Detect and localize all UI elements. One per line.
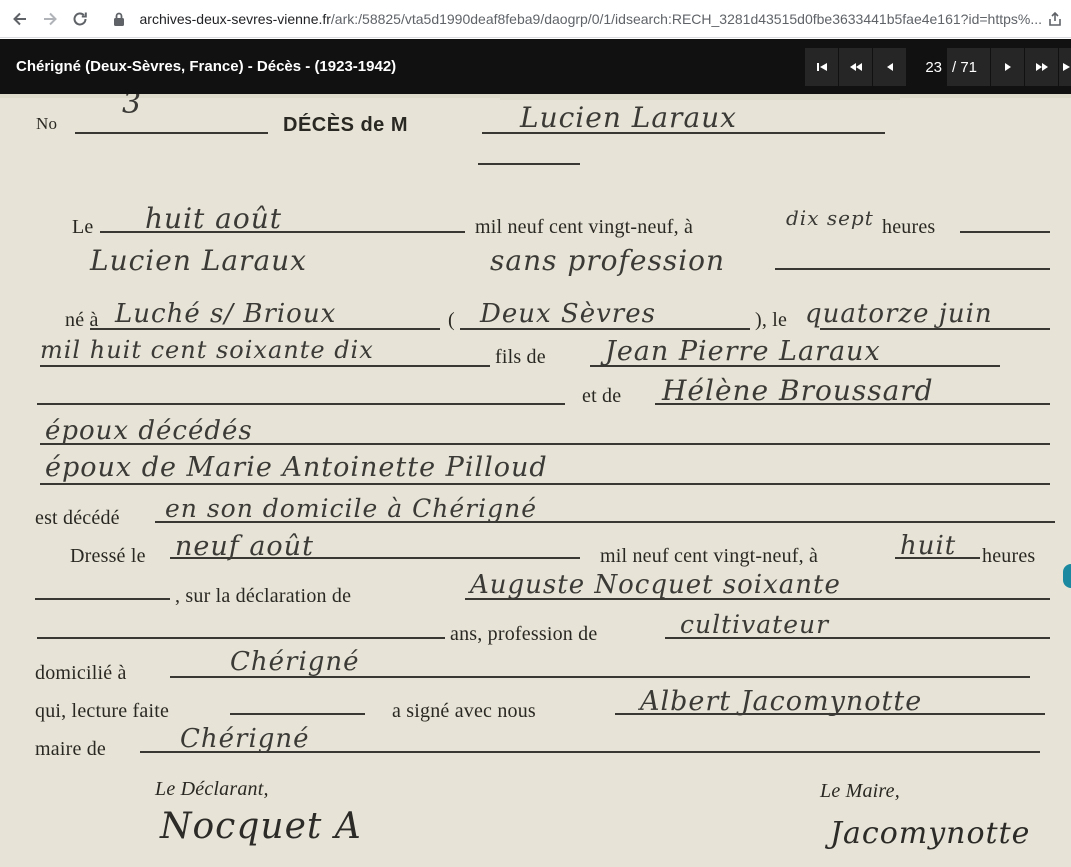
next-icon	[1004, 63, 1011, 71]
share-icon[interactable]	[1045, 9, 1065, 29]
page-number-input[interactable]	[907, 48, 947, 86]
next-ten-button[interactable]	[1025, 48, 1058, 86]
hand-father: Jean Pierre Laraux	[605, 336, 881, 367]
last-page-button[interactable]	[1059, 48, 1071, 86]
hand-birth-year: mil huit cent soixante dix	[40, 336, 374, 364]
printed-ans-profession: ans, profession de	[450, 623, 598, 645]
lock-icon	[112, 11, 128, 27]
hand-commune: Chérigné	[180, 724, 310, 754]
printed-heures-2: heures	[982, 545, 1036, 567]
printed-le-maire: Le Maire,	[820, 780, 900, 802]
printed-et-de: et de	[582, 385, 622, 407]
viewer-toolbar: Chérigné (Deux-Sèvres, France) - Décès -…	[0, 39, 1071, 94]
address-bar[interactable]: archives-deux-sevres-vienne.fr/ark:/5882…	[112, 6, 1042, 32]
hand-spouse: époux de Marie Antoinette Pilloud	[45, 452, 548, 483]
hand-date-death: huit août	[145, 202, 283, 235]
hand-declarant-home: Chérigné	[230, 647, 360, 677]
signature-maire: Jacomynotte	[830, 816, 1031, 851]
url-path: /ark:/58825/vta5d1990deaf8feba9/daogrp/0…	[330, 11, 1042, 27]
hand-death-place: en son domicile à Chérigné	[165, 494, 537, 523]
printed-heures: heures	[882, 216, 936, 238]
fast-forward-icon	[1035, 63, 1048, 71]
hand-parents-status: époux décédés	[45, 416, 253, 446]
side-panel-tab[interactable]	[1063, 564, 1071, 588]
hand-department: Deux Sèvres	[480, 299, 656, 329]
back-icon[interactable]	[5, 4, 35, 34]
hand-birthplace: Luché s/ Brioux	[115, 299, 337, 329]
hand-hour-record: huit	[900, 531, 957, 561]
previous-ten-button[interactable]	[839, 48, 872, 86]
hand-name-full: Lucien Laraux	[90, 244, 307, 277]
hand-date-record: neuf août	[175, 531, 314, 562]
printed-qui-lecture: qui, lecture faite	[35, 700, 170, 722]
hand-birth-day: quatorze juin	[805, 299, 993, 329]
previous-icon	[886, 63, 893, 71]
hand-profession: sans profession	[490, 244, 726, 277]
document-image[interactable]: No DÉCÈS de M Le mil neuf cent vingt-neu…	[0, 94, 1071, 867]
rewind-icon	[849, 63, 862, 71]
hand-mother: Hélène Broussard	[662, 374, 934, 407]
first-page-icon	[816, 63, 827, 71]
page-counter: / 71	[907, 48, 990, 86]
signature-declarant: Nocquet A	[160, 806, 362, 847]
printed-dresse-le: Dressé le	[70, 545, 146, 567]
hand-declarant-profession: cultivateur	[680, 610, 830, 639]
printed-maire-de: maire de	[35, 738, 107, 760]
url-host: archives-deux-sevres-vienne.fr	[139, 11, 331, 27]
printed-deces-header: DÉCÈS de M	[283, 114, 409, 136]
printed-mil-neuf-cent-2: mil neuf cent vingt-neuf, à	[600, 545, 819, 567]
printed-est-decede: est décédé	[35, 507, 120, 529]
hand-mayor: Albert Jacomynotte	[640, 686, 923, 717]
printed-le-declarant: Le Déclarant,	[155, 778, 269, 800]
viewer-title: Chérigné (Deux-Sèvres, France) - Décès -…	[16, 58, 397, 75]
printed-ne-a: né à	[65, 309, 99, 331]
printed-signe-avec: a signé avec nous	[392, 700, 536, 722]
hand-declarant: Auguste Nocquet soixante	[470, 570, 841, 600]
previous-page-button[interactable]	[873, 48, 906, 86]
printed-paren-close-le: ), le	[755, 309, 788, 331]
printed-fils-de: fils de	[495, 346, 546, 368]
printed-mil-neuf-cent: mil neuf cent vingt-neuf, à	[475, 216, 694, 238]
printed-paren-open: (	[448, 309, 455, 331]
browser-toolbar: archives-deux-sevres-vienne.fr/ark:/5882…	[0, 0, 1071, 38]
printed-domicilie: domicilié à	[35, 662, 127, 684]
pager: / 71	[805, 48, 1071, 86]
printed-no: No	[36, 114, 58, 133]
hand-hour-death: dix sept	[786, 206, 874, 230]
printed-sur-la-declaration: , sur la déclaration de	[175, 585, 352, 607]
hand-number: 3	[122, 94, 143, 121]
forward-icon[interactable]	[35, 4, 65, 34]
next-page-button[interactable]	[991, 48, 1024, 86]
first-page-button[interactable]	[805, 48, 838, 86]
reload-icon[interactable]	[65, 4, 95, 34]
hand-name-header: Lucien Laraux	[520, 101, 737, 134]
printed-le: Le	[72, 216, 94, 238]
page-total: / 71	[952, 58, 978, 76]
last-page-icon	[1063, 63, 1070, 71]
